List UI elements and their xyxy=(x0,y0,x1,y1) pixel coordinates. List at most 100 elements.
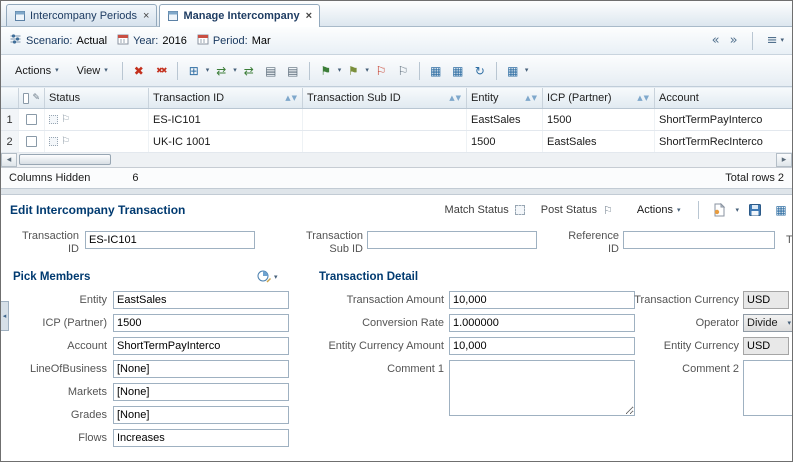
splitter-collapse-arrow[interactable]: ◂ xyxy=(1,301,9,331)
refresh-icon[interactable]: ↻ xyxy=(470,61,490,81)
table-row[interactable]: 2 ⚐ UK-IC 1001 1500 EastSales ShortTermR… xyxy=(1,131,792,153)
comment1-field[interactable] xyxy=(449,360,635,416)
truncated-label: T xyxy=(786,234,793,246)
chevron-down-icon: ▾ xyxy=(676,205,681,214)
scroll-right-arrow[interactable]: ▸ xyxy=(776,153,792,167)
post-status-label: Post Status xyxy=(540,204,598,216)
column-header-transaction-sub-id[interactable]: Transaction Sub ID ▲▼ xyxy=(303,88,467,108)
edit-actions-menu-button[interactable]: Actions ▾ xyxy=(629,200,689,220)
row-checkbox-cell[interactable] xyxy=(19,131,45,152)
actions-menu-button[interactable]: Actions ▾ xyxy=(7,61,67,81)
delete-all-icon[interactable]: ✖✖ xyxy=(151,61,171,81)
table-row[interactable]: 1 ⚐ ES-IC101 EastSales 1500 ShortTermPay… xyxy=(1,109,792,131)
tab-intercompany-periods[interactable]: Intercompany Periods × xyxy=(6,4,158,26)
member-selector-button[interactable]: ▾ xyxy=(257,269,278,286)
transaction-id-field-label: Transaction ID xyxy=(21,230,79,256)
sort-icons[interactable]: ▲▼ xyxy=(285,94,298,102)
account-field[interactable] xyxy=(113,337,289,355)
horizontal-scrollbar[interactable]: ◂ ▸ xyxy=(1,153,792,168)
entity-cell: 1500 xyxy=(467,131,543,152)
icp-partner-field[interactable] xyxy=(113,314,289,332)
edit-actions-label: Actions xyxy=(636,204,673,216)
query-flag-icon[interactable]: ⚐ xyxy=(393,61,413,81)
load-transactions-icon[interactable]: ⊞ xyxy=(184,61,204,81)
unpost-flag-icon[interactable]: ⚑ xyxy=(343,61,363,81)
chevron-down-icon: ▾ xyxy=(337,66,342,74)
delete-icon[interactable]: ✖ xyxy=(129,61,149,81)
row-number: 2 xyxy=(1,131,19,152)
transaction-sub-id-cell xyxy=(303,109,467,130)
match-template-icon[interactable]: ⇄ xyxy=(239,61,259,81)
reference-id-field[interactable] xyxy=(623,231,775,249)
comment2-field[interactable] xyxy=(743,360,792,416)
transaction-id-field[interactable] xyxy=(85,231,255,249)
column-header-status[interactable]: Status xyxy=(45,88,149,108)
row-checkbox[interactable] xyxy=(26,136,37,147)
period-selector[interactable]: Period: Mar xyxy=(197,33,271,48)
transaction-currency-field[interactable] xyxy=(743,291,789,309)
panel-menu-button[interactable]: ≡ ▾ xyxy=(767,33,784,48)
nav-forward-icon[interactable]: » xyxy=(730,34,738,47)
select-all-checkbox[interactable] xyxy=(23,92,30,104)
new-transaction-icon[interactable] xyxy=(709,200,729,220)
tab-close-icon[interactable]: × xyxy=(143,10,149,22)
transaction-sub-id-field-label: Transaction Sub ID xyxy=(305,230,363,256)
view-menu-button[interactable]: View ▾ xyxy=(69,61,116,81)
lineofbusiness-field[interactable] xyxy=(113,360,289,378)
transaction-id-form-row: Transaction ID Transaction Sub ID Refere… xyxy=(1,225,792,267)
scenario-selector[interactable]: Scenario: Actual xyxy=(9,33,107,48)
scrollbar-thumb[interactable] xyxy=(19,154,111,165)
status-cell: ⚐ xyxy=(45,109,149,130)
duplicate-icon[interactable]: ▤ xyxy=(283,61,303,81)
markets-field[interactable] xyxy=(113,383,289,401)
toolbar: Actions ▾ View ▾ ✖ ✖✖ ⊞ ▾ ⇄ ▾ ⇄ ▤ ▤ ⚑ ▾ ⚑ ▾ ⚐ … xyxy=(1,55,792,87)
tab-close-icon[interactable]: × xyxy=(306,10,312,22)
save-icon[interactable] xyxy=(745,200,765,220)
row-checkbox[interactable] xyxy=(26,114,37,125)
auto-match-icon[interactable]: ⇄ xyxy=(211,61,231,81)
tab-bar: Intercompany Periods × Manage Intercompa… xyxy=(1,1,792,27)
total-rows-label: Total rows 2 xyxy=(725,172,784,184)
separator xyxy=(495,61,497,80)
entity-currency-field[interactable] xyxy=(743,337,789,355)
grades-field[interactable] xyxy=(113,406,289,424)
edit-section-header: Edit Intercompany Transaction Match Stat… xyxy=(1,195,792,225)
entity-field[interactable] xyxy=(113,291,289,309)
scroll-left-arrow[interactable]: ◂ xyxy=(1,153,17,167)
sort-icons[interactable]: ▲▼ xyxy=(637,94,650,102)
transaction-sub-id-field[interactable] xyxy=(367,231,537,249)
conversion-rate-field[interactable] xyxy=(449,314,635,332)
operator-select[interactable]: Divide ▾ xyxy=(743,314,792,332)
sort-icons[interactable]: ▲▼ xyxy=(449,94,462,102)
column-header-label: ICP (Partner) xyxy=(547,92,612,104)
row-checkbox-cell[interactable] xyxy=(19,109,45,130)
tab-manage-intercompany[interactable]: Manage Intercompany × xyxy=(159,4,321,27)
matching-report-icon[interactable]: ▦ xyxy=(426,61,446,81)
tab-document-icon xyxy=(167,10,179,22)
column-menu-icon[interactable]: ▦ xyxy=(503,61,523,81)
row-number: 1 xyxy=(1,109,19,130)
column-header-icp-partner[interactable]: ICP (Partner) ▲▼ xyxy=(543,88,655,108)
flows-field[interactable] xyxy=(113,429,289,447)
transaction-amount-field[interactable] xyxy=(449,291,635,309)
transaction-report-icon[interactable]: ▦ xyxy=(448,61,468,81)
scrollbar-track[interactable] xyxy=(17,153,776,167)
post-flag-icon[interactable]: ⚑ xyxy=(316,61,336,81)
nav-back-icon[interactable]: « xyxy=(712,34,720,47)
entity-currency-amount-field[interactable] xyxy=(449,337,635,355)
column-header-account[interactable]: Account xyxy=(655,88,792,108)
pov-bar: Scenario: Actual Year: 2016 Period: Mar « »… xyxy=(1,27,792,55)
year-selector[interactable]: Year: 2016 xyxy=(117,33,187,48)
select-all-header[interactable]: ✎ xyxy=(19,88,45,108)
reject-flag-icon[interactable]: ⚐ xyxy=(371,61,391,81)
edit-grid-icon[interactable]: ▦ xyxy=(771,200,791,220)
column-header-transaction-id[interactable]: Transaction ID ▲▼ xyxy=(149,88,303,108)
sort-icons[interactable]: ▲▼ xyxy=(525,94,538,102)
status-cell: ⚐ xyxy=(45,131,149,152)
transaction-id-cell: UK-IC 1001 xyxy=(149,131,303,152)
copy-icon[interactable]: ▤ xyxy=(261,61,281,81)
column-header-entity[interactable]: Entity ▲▼ xyxy=(467,88,543,108)
icp-partner-cell: EastSales xyxy=(543,131,655,152)
column-header-label: Entity xyxy=(471,92,499,104)
edit-section-title: Edit Intercompany Transaction xyxy=(10,203,186,217)
